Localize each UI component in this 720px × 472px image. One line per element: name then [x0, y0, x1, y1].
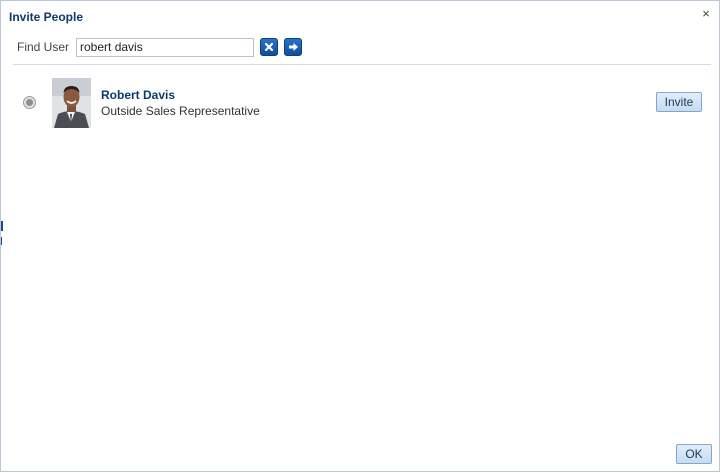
invite-people-dialog: Invite People × Find User robert davis R…	[0, 0, 720, 472]
search-go-button[interactable]	[284, 38, 303, 56]
find-user-label: Find User	[17, 40, 70, 54]
close-icon[interactable]: ×	[699, 7, 713, 21]
avatar	[52, 78, 91, 128]
clear-search-button[interactable]	[260, 38, 279, 56]
ok-button[interactable]: OK	[676, 444, 712, 464]
find-user-row: Find User	[17, 37, 303, 57]
dialog-titlebar: Invite People ×	[1, 1, 719, 32]
user-job-title: Outside Sales Representative	[101, 104, 260, 118]
dialog-title: Invite People	[9, 10, 84, 24]
select-user-radio[interactable]	[23, 96, 36, 109]
user-photo-icon	[52, 78, 91, 128]
clear-icon	[264, 42, 274, 52]
invite-button[interactable]: Invite	[656, 92, 702, 112]
background-edge-mark	[1, 237, 2, 245]
arrow-right-icon	[288, 43, 298, 51]
user-name-link[interactable]: Robert Davis	[101, 88, 175, 102]
list-item: Robert Davis Outside Sales Representativ…	[21, 77, 711, 129]
find-user-input[interactable]	[76, 37, 255, 57]
background-edge-mark	[1, 221, 3, 231]
header-divider	[13, 64, 711, 65]
